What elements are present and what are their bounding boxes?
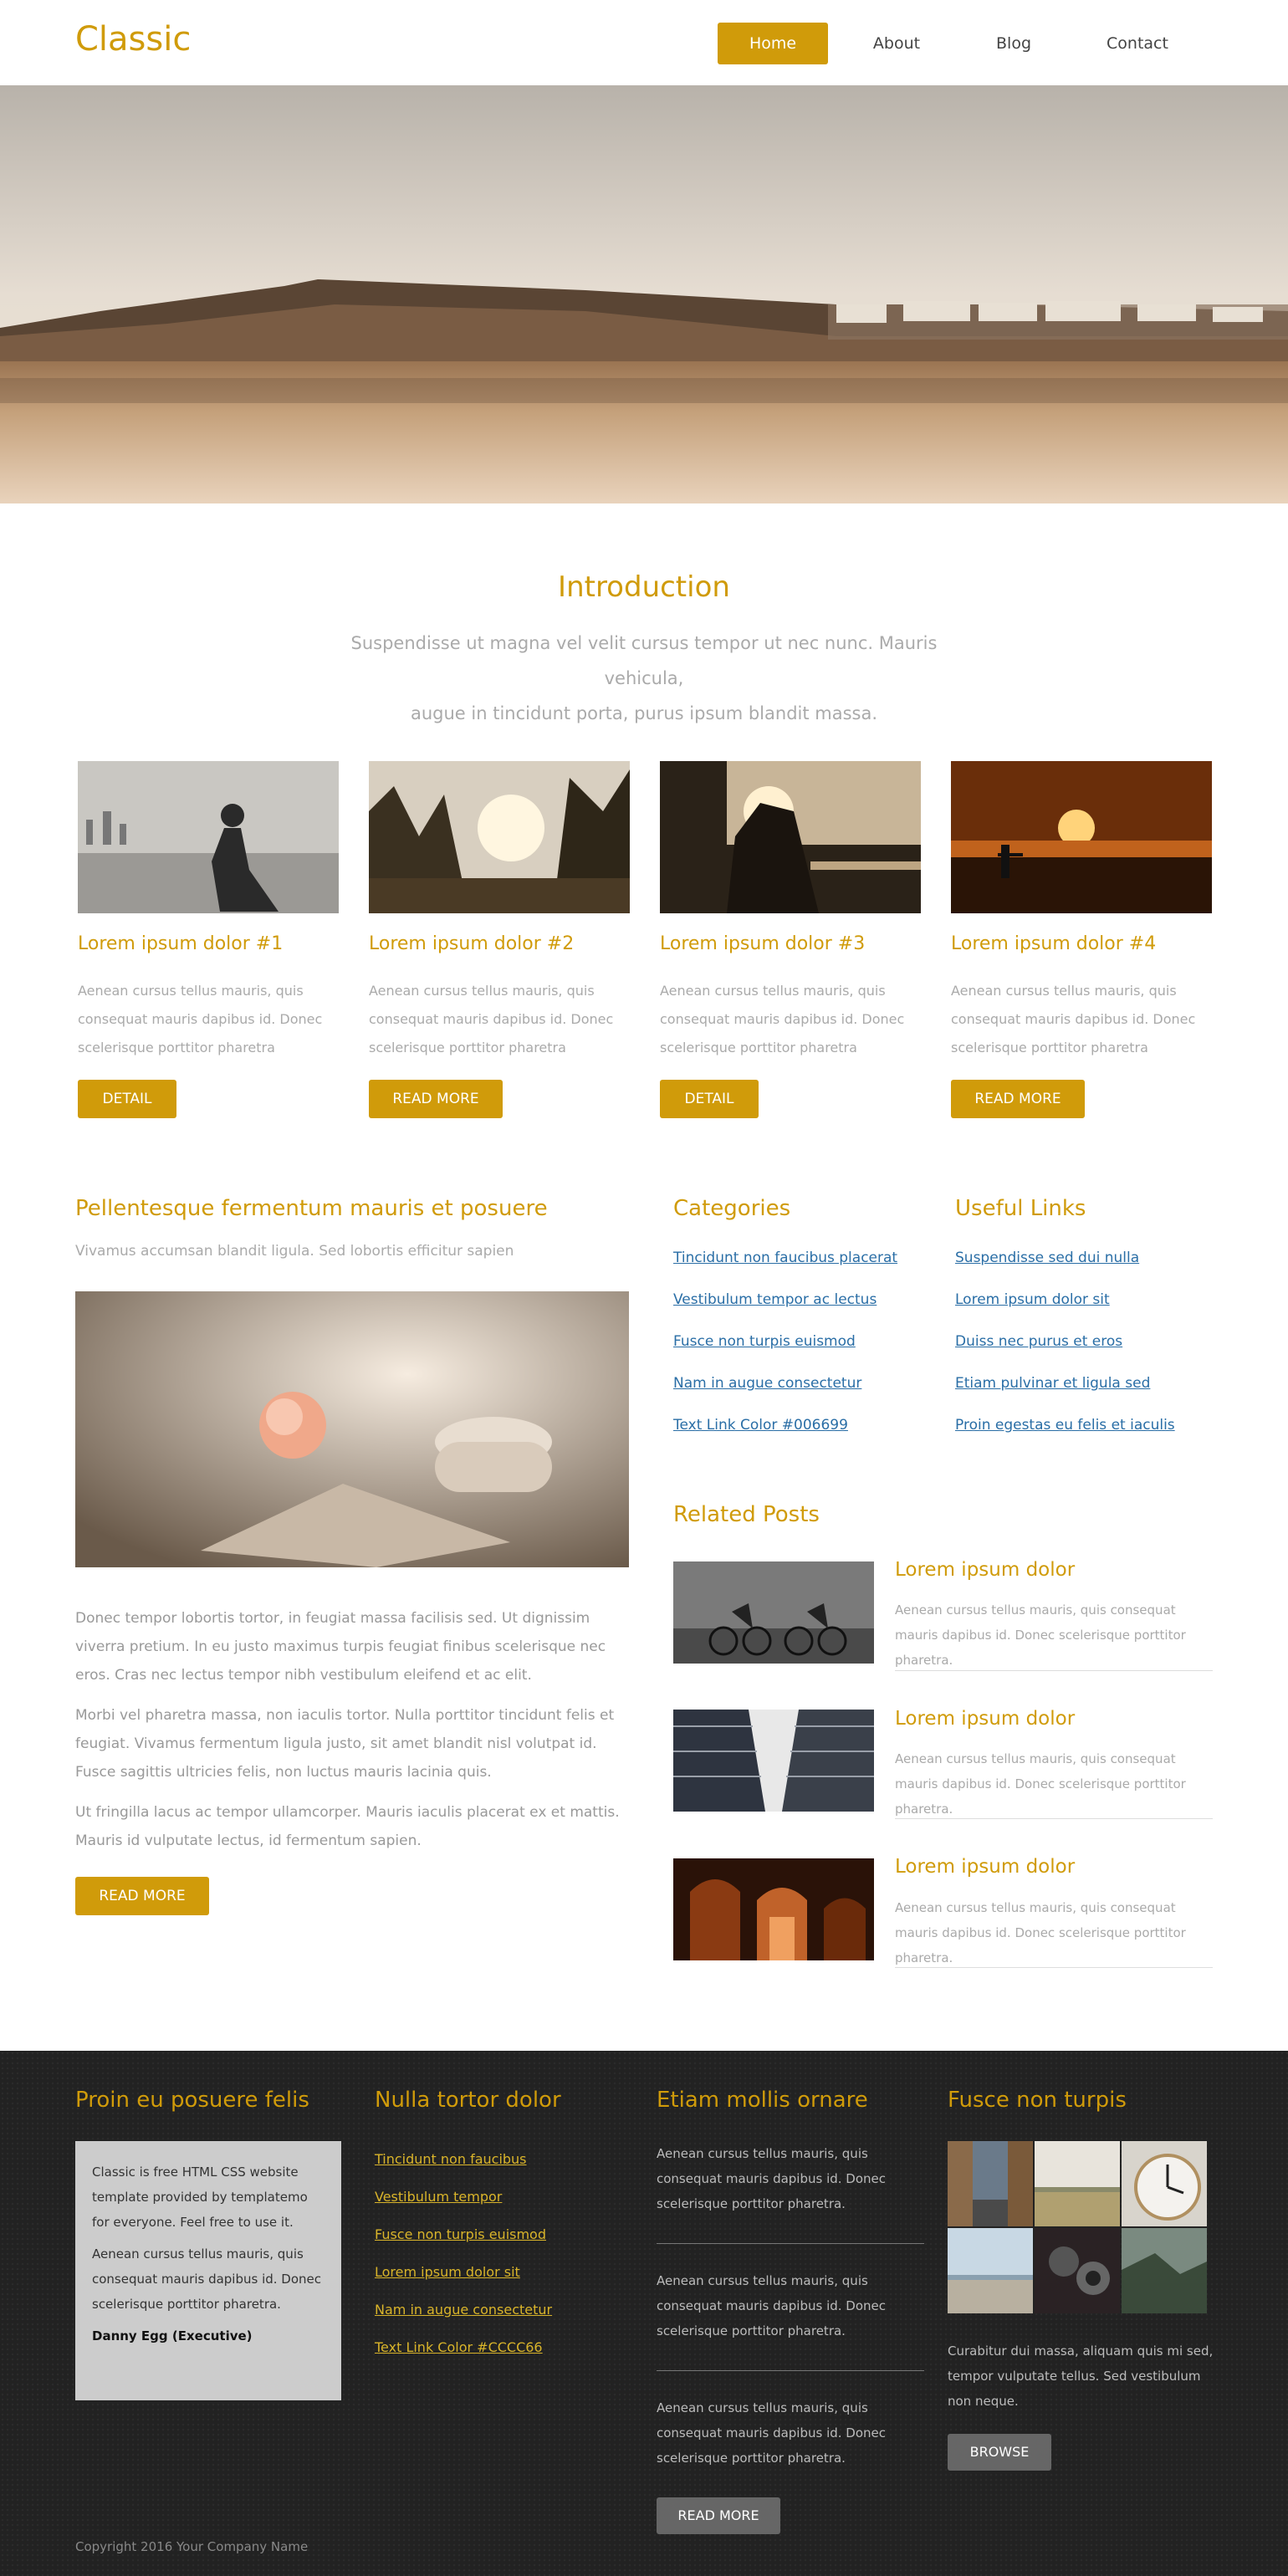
footer-col3-divider — [657, 2370, 924, 2371]
related-post-2-image[interactable] — [673, 1710, 874, 1812]
related-post-divider — [895, 1967, 1213, 1968]
intro-text-line-2: augue in tincidunt porta, purus ipsum bl… — [410, 703, 878, 723]
intro-title: Introduction — [558, 570, 730, 604]
card-1-image[interactable] — [78, 761, 339, 913]
footer-link-4[interactable]: Lorem ipsum dolor sit — [375, 2264, 520, 2280]
useful-link-1[interactable]: Suspendisse sed dui nulla — [955, 1250, 1139, 1266]
article-read-more-button[interactable]: READ MORE — [75, 1877, 209, 1915]
card-2-title[interactable]: Lorem ipsum dolor #2 — [369, 933, 574, 954]
nav-blog[interactable]: Blog — [962, 23, 1066, 64]
article-paragraph-1: Donec tempor lobortis tortor, in feugiat… — [75, 1610, 606, 1684]
useful-link-5[interactable]: Proin egestas eu felis et iaculis — [955, 1417, 1175, 1434]
related-post-1-text: Aenean cursus tellus mauris, quis conseq… — [895, 1602, 1186, 1668]
category-link-5[interactable]: Text Link Color #006699 — [673, 1417, 848, 1434]
footer-link-5[interactable]: Nam in augue consectetur — [375, 2302, 552, 2318]
footer-link-6[interactable]: Text Link Color #CCCC66 — [375, 2339, 543, 2355]
gallery-thumb-beach[interactable] — [948, 2228, 1033, 2313]
footer-link-2[interactable]: Vestibulum tempor — [375, 2189, 502, 2205]
card-1-detail-button[interactable]: DETAIL — [78, 1080, 176, 1118]
copyright: Copyright 2016 Your Company Name — [75, 2539, 309, 2554]
nav-home[interactable]: Home — [718, 23, 828, 64]
card-4-text: Aenean cursus tellus mauris, quis conseq… — [951, 983, 1196, 1055]
footer-col3-item-3: Aenean cursus tellus mauris, quis conseq… — [657, 2400, 887, 2466]
footer-link-3[interactable]: Fusce non turpis euismod — [375, 2226, 546, 2242]
card-3-text: Aenean cursus tellus mauris, quis conseq… — [660, 983, 905, 1055]
footer-col4-title: Fusce non turpis — [948, 2088, 1127, 2113]
related-post-3-title[interactable]: Lorem ipsum dolor — [895, 1856, 1075, 1878]
card-3-detail-button[interactable]: DETAIL — [660, 1080, 759, 1118]
gallery-thumb-field[interactable] — [1035, 2141, 1120, 2226]
related-post-3-image[interactable] — [673, 1858, 874, 1960]
category-link-4[interactable]: Nam in augue consectetur — [673, 1375, 861, 1392]
article-title: Pellentesque fermentum mauris et posuere — [75, 1196, 548, 1221]
footer-author: Danny Egg (Executive) — [92, 2328, 253, 2343]
card-2-image[interactable] — [369, 761, 630, 913]
related-posts-title: Related Posts — [673, 1502, 820, 1527]
useful-link-2[interactable]: Lorem ipsum dolor sit — [955, 1291, 1110, 1308]
gallery-thumb-camera[interactable] — [1035, 2228, 1120, 2313]
article-image — [75, 1291, 629, 1567]
article-paragraph-3: Ut fringilla lacus ac tempor ullamcorper… — [75, 1804, 620, 1849]
useful-link-3[interactable]: Duiss nec purus et eros — [955, 1333, 1122, 1350]
site-logo[interactable]: Classic — [75, 20, 191, 59]
intro-text-line-1: Suspendisse ut magna vel velit cursus te… — [350, 633, 938, 688]
related-post-divider — [895, 1818, 1213, 1819]
related-post-3-text: Aenean cursus tellus mauris, quis conseq… — [895, 1900, 1186, 1965]
category-link-1[interactable]: Tincidunt non faucibus placerat — [673, 1250, 897, 1266]
card-4-title[interactable]: Lorem ipsum dolor #4 — [951, 933, 1156, 954]
category-link-2[interactable]: Vestibulum tempor ac lectus — [673, 1291, 877, 1308]
footer-col3-title: Etiam mollis ornare — [657, 2088, 868, 2113]
category-link-3[interactable]: Fusce non turpis euismod — [673, 1333, 856, 1350]
footer-col3-item-2: Aenean cursus tellus mauris, quis conseq… — [657, 2273, 887, 2338]
related-post-1-title[interactable]: Lorem ipsum dolor — [895, 1559, 1075, 1581]
article-paragraph-2: Morbi vel pharetra massa, non iaculis to… — [75, 1707, 615, 1781]
footer-link-1[interactable]: Tincidunt non faucibus — [375, 2151, 527, 2167]
card-1-text: Aenean cursus tellus mauris, quis conseq… — [78, 983, 323, 1055]
card-4-image[interactable] — [951, 761, 1212, 913]
footer-col2-title: Nulla tortor dolor — [375, 2088, 561, 2113]
footer-about-text: Classic is free HTML CSS website templat… — [92, 2165, 308, 2230]
useful-links-title: Useful Links — [955, 1196, 1086, 1221]
footer-about-box: Classic is free HTML CSS website templat… — [75, 2141, 341, 2400]
card-1-title[interactable]: Lorem ipsum dolor #1 — [78, 933, 283, 954]
footer-about-text-2: Aenean cursus tellus mauris, quis conseq… — [92, 2246, 322, 2312]
card-4-read-more-button[interactable]: READ MORE — [951, 1080, 1085, 1118]
gallery-thumb-clock[interactable] — [1122, 2141, 1207, 2226]
footer-read-more-button[interactable]: READ MORE — [657, 2497, 780, 2534]
gallery-thumb-hills[interactable] — [1122, 2228, 1207, 2313]
related-post-divider — [895, 1670, 1213, 1671]
nav-contact[interactable]: Contact — [1086, 23, 1189, 64]
nav-about[interactable]: About — [845, 23, 948, 64]
footer-col1-title: Proin eu posuere felis — [75, 2088, 309, 2113]
site-header: Classic Home About Blog Contact — [0, 0, 1288, 85]
card-3-image[interactable] — [660, 761, 921, 913]
intro-text: Suspendisse ut magna vel velit cursus te… — [309, 626, 979, 731]
card-2-read-more-button[interactable]: READ MORE — [369, 1080, 503, 1118]
article-subtitle: Vivamus accumsan blandit ligula. Sed lob… — [75, 1243, 514, 1260]
related-post-2-text: Aenean cursus tellus mauris, quis conseq… — [895, 1751, 1186, 1817]
footer-col4-text: Curabitur dui massa, aliquam quis mi sed… — [948, 2343, 1214, 2409]
footer-col3-item-1: Aenean cursus tellus mauris, quis conseq… — [657, 2146, 887, 2211]
footer-browse-button[interactable]: BROWSE — [948, 2434, 1051, 2471]
footer-col3-divider — [657, 2243, 924, 2244]
card-2-text: Aenean cursus tellus mauris, quis conseq… — [369, 983, 614, 1055]
categories-title: Categories — [673, 1196, 791, 1221]
related-post-2-title[interactable]: Lorem ipsum dolor — [895, 1708, 1075, 1730]
hero-image — [0, 85, 1288, 503]
useful-link-4[interactable]: Etiam pulvinar et ligula sed — [955, 1375, 1150, 1392]
related-post-1-image[interactable] — [673, 1561, 874, 1664]
gallery-thumb-street[interactable] — [948, 2141, 1033, 2226]
card-3-title[interactable]: Lorem ipsum dolor #3 — [660, 933, 865, 954]
